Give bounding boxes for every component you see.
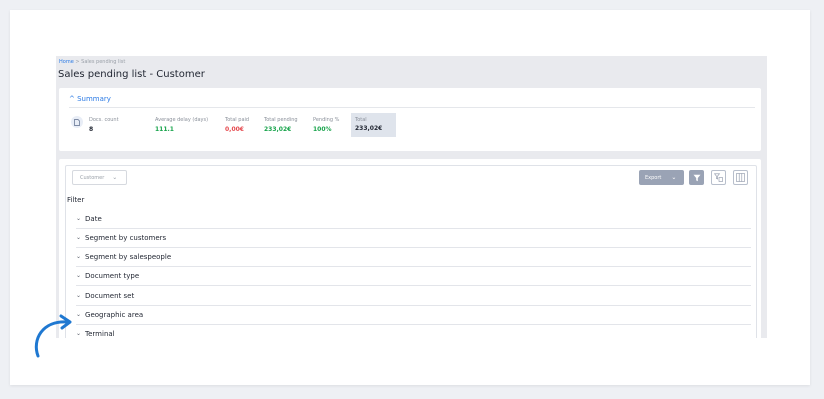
export-button[interactable]: Export ⌄ [639, 170, 684, 185]
stat-total: Total 233,02€ [351, 113, 396, 137]
stat-label: Total pending [264, 117, 298, 123]
stat-average-delay: Average delay (days) 111.1 [155, 117, 208, 133]
chevron-down-icon: ⌄ [112, 174, 118, 181]
columns-button[interactable] [733, 170, 748, 185]
filter-item-label: Document type [85, 271, 140, 280]
chevron-down-icon: ⌄ [76, 215, 82, 222]
filter-item-label: Terminal [85, 329, 115, 338]
filter-icon [693, 174, 700, 181]
filter-item-label: Document set [85, 291, 135, 300]
stat-value: 8 [89, 126, 94, 133]
list-panel: Customer ⌄ Export ⌄ Filter ⌄ Date ⌄ Segm… [59, 159, 761, 338]
stat-pending-percent: Pending % 100% [313, 117, 339, 133]
export-label: Export [645, 174, 662, 181]
summary-toggle[interactable]: ^ Summary [69, 95, 111, 103]
stat-value: 100% [313, 126, 332, 133]
stat-value: 233,02€ [264, 126, 292, 133]
chevron-down-icon: ⌄ [76, 253, 82, 260]
document-icon [71, 116, 83, 128]
stat-value: 111.1 [155, 126, 174, 133]
stat-value: 0,00€ [225, 126, 244, 133]
breadcrumb-home-link[interactable]: Home [59, 59, 74, 65]
group-by-dropdown[interactable]: Customer ⌄ [72, 170, 127, 185]
filter-button[interactable] [689, 170, 704, 185]
filter-item-label: Segment by customers [85, 233, 167, 242]
filter-item-date[interactable]: ⌄ Date [76, 209, 751, 229]
app-window: Home > Sales pending list Sales pending … [56, 56, 767, 338]
stat-label: Average delay (days) [155, 117, 209, 123]
stat-total-paid: Total paid 0,00€ [225, 117, 249, 133]
stat-docs-count: Docs. count 8 [89, 117, 119, 133]
stat-total-pending: Total pending 233,02€ [264, 117, 298, 133]
breadcrumb-separator: > [75, 59, 80, 65]
filter-item-label: Segment by salespeople [85, 252, 172, 261]
stat-label: Total paid [225, 117, 250, 123]
columns-icon [736, 173, 745, 182]
chevron-down-icon: ⌄ [76, 272, 82, 279]
filter-item-terminal[interactable]: ⌄ Terminal [76, 324, 751, 338]
dropdown-value: Customer [80, 174, 105, 181]
stat-label: Total [355, 117, 367, 123]
stat-label: Docs. count [89, 117, 119, 123]
filter-heading: Filter [67, 196, 85, 204]
summary-card: ^ Summary Docs. count 8 Average delay (d… [59, 88, 761, 151]
filter-container: Customer ⌄ Export ⌄ Filter ⌄ Date ⌄ Segm… [65, 165, 757, 338]
column-filter-icon [714, 173, 723, 182]
chevron-down-icon: ⌄ [76, 292, 82, 299]
filter-item-segment-salespeople[interactable]: ⌄ Segment by salespeople [76, 247, 751, 267]
column-filter-button[interactable] [711, 170, 726, 185]
filter-item-document-set[interactable]: ⌄ Document set [76, 286, 751, 306]
stat-label: Pending % [313, 117, 340, 123]
chevron-down-icon: ⌄ [671, 174, 677, 181]
filter-item-label: Date [85, 214, 102, 223]
stat-value: 233,02€ [355, 125, 383, 132]
page-title: Sales pending list - Customer [58, 69, 205, 80]
chevron-down-icon: ⌄ [76, 234, 82, 241]
curved-arrow-icon [34, 314, 72, 358]
breadcrumb: Home > Sales pending list [59, 59, 125, 65]
filter-item-segment-customers[interactable]: ⌄ Segment by customers [76, 228, 751, 248]
filter-item-geographic-area[interactable]: ⌄ Geographic area [76, 305, 751, 325]
filter-item-document-type[interactable]: ⌄ Document type [76, 266, 751, 286]
filter-item-label: Geographic area [85, 310, 144, 319]
divider [69, 107, 755, 108]
breadcrumb-current: Sales pending list [81, 59, 126, 65]
